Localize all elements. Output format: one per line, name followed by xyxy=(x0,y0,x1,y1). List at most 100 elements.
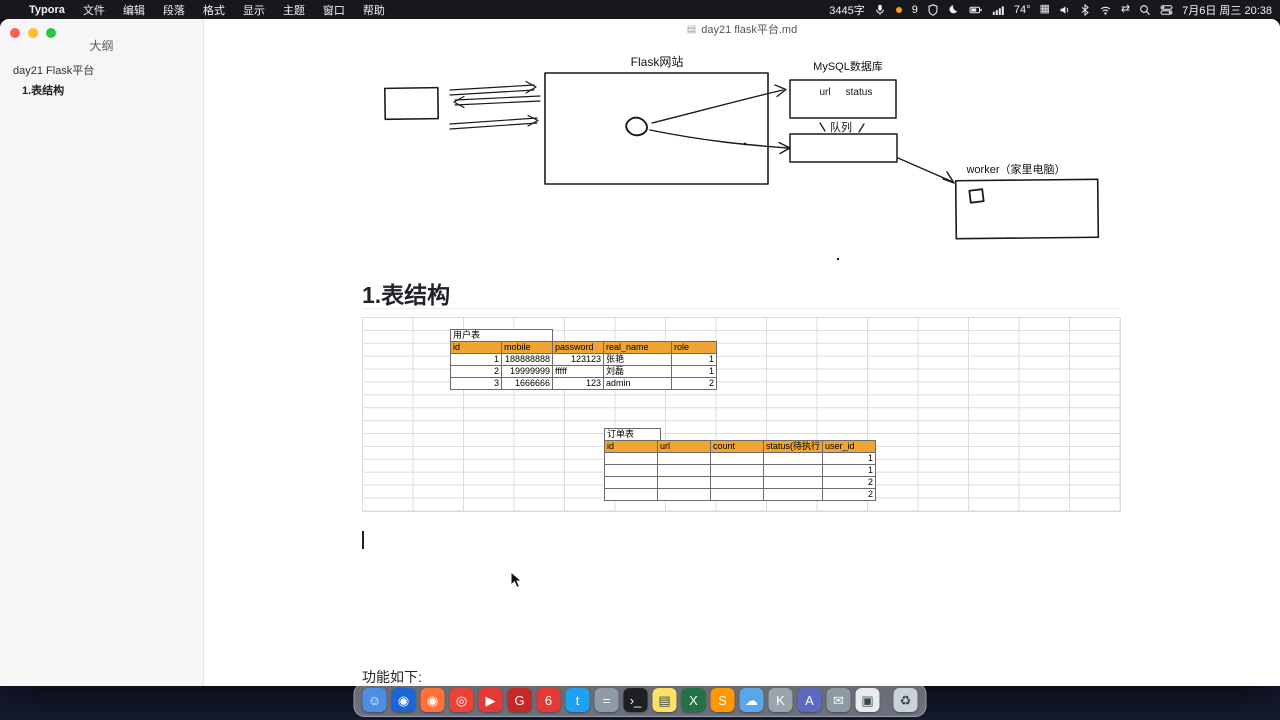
editor-area[interactable]: ▤ day21 flask平台.md Flask网站 MySQL数据库 url … xyxy=(204,19,1280,686)
menu-theme[interactable]: 主题 xyxy=(274,2,314,18)
cell: 1 xyxy=(450,353,502,366)
cell xyxy=(710,476,764,489)
cell xyxy=(604,476,658,489)
dock-icon-mail[interactable]: ✉ xyxy=(826,688,851,712)
dock-icon-safari[interactable]: ◉ xyxy=(391,688,416,712)
dock-icon-weather[interactable]: ☁ xyxy=(739,688,764,712)
dock-icon-finder[interactable]: ☺ xyxy=(362,688,387,712)
cell xyxy=(710,452,764,465)
menu-app-name[interactable]: Typora xyxy=(20,4,74,16)
mysql-box xyxy=(789,79,897,119)
record-indicator-icon xyxy=(895,6,903,14)
menu-window[interactable]: 窗口 xyxy=(314,2,354,18)
cell: 1666666 xyxy=(501,377,553,390)
worker-box xyxy=(954,178,1100,240)
heading-rule xyxy=(362,308,1120,309)
dock-icon-sublime[interactable]: S xyxy=(710,688,735,712)
wifi-icon[interactable] xyxy=(1099,4,1112,16)
cell xyxy=(604,464,658,477)
cell xyxy=(762,452,824,465)
input-switch-icon[interactable]: ⇄ xyxy=(1121,4,1130,15)
dock-icon-excel[interactable]: X xyxy=(681,688,706,712)
worker-label: worker（家里电脑） xyxy=(965,162,1065,176)
moon-icon[interactable] xyxy=(948,4,960,16)
menubar-status-area: 3445字 9 74° ▦ ⇄ 7月6日 周三 20:38 xyxy=(829,2,1272,18)
cell: 刘磊 xyxy=(603,365,672,378)
outline-item-doc-title[interactable]: day21 Flask平台 xyxy=(13,62,94,78)
dock-icon-twitter[interactable]: t xyxy=(565,688,590,712)
queue-box xyxy=(789,133,898,163)
outline-item-table-structure[interactable]: 1.表结构 xyxy=(22,82,64,98)
cell: 123123 xyxy=(552,353,604,366)
menu-paragraph[interactable]: 段落 xyxy=(154,2,194,18)
spreadsheet-image: 用户表 id mobile password real_name role 1 … xyxy=(362,317,1121,512)
cell xyxy=(657,476,711,489)
shield-icon[interactable] xyxy=(927,3,939,16)
cell: real_name xyxy=(603,341,672,354)
document-icon: ▤ xyxy=(686,23,697,35)
menubar-datetime[interactable]: 7月6日 周三 20:38 xyxy=(1182,2,1272,18)
search-icon[interactable] xyxy=(1139,4,1151,16)
typora-window: 大纲 day21 Flask平台 1.表结构 ▤ day21 flask平台.m… xyxy=(0,19,1280,686)
cell: role xyxy=(671,341,717,354)
dock-icon-keychain[interactable]: K xyxy=(768,688,793,712)
dock-icon-app-6[interactable]: 6 xyxy=(536,688,561,712)
worker-inner-square xyxy=(968,188,985,204)
menu-view[interactable]: 显示 xyxy=(234,2,274,18)
dock-icon-app-a[interactable]: A xyxy=(797,688,822,712)
cell: 2 xyxy=(450,365,502,378)
queue-label: 队列 xyxy=(830,120,852,134)
document-tab: ▤ day21 flask平台.md xyxy=(204,21,1280,37)
outline-panel-title: 大纲 xyxy=(89,39,114,53)
cell xyxy=(604,452,658,465)
mysql-col-url: url xyxy=(819,87,830,98)
notification-badge: 9 xyxy=(911,3,918,16)
user-table: id mobile password real_name role 1 1888… xyxy=(450,341,717,390)
cellular-icon xyxy=(992,4,1005,16)
queue-tick-right xyxy=(858,123,865,133)
cell xyxy=(762,476,824,489)
mouse-cursor-icon xyxy=(510,570,524,594)
cell: mobile xyxy=(501,341,553,354)
cell: 3 xyxy=(450,377,502,390)
cell: id xyxy=(450,341,502,354)
menu-edit[interactable]: 编辑 xyxy=(114,2,154,18)
dock-icon-app-g[interactable]: G xyxy=(507,688,532,712)
bluetooth-icon[interactable] xyxy=(1080,3,1090,16)
cell: 123 xyxy=(552,377,604,390)
cell xyxy=(762,464,824,477)
dock-icon-calculator[interactable]: = xyxy=(594,688,619,712)
cell: count xyxy=(710,440,764,453)
menu-file[interactable]: 文件 xyxy=(74,2,114,18)
section-heading: 1.表结构 xyxy=(362,282,451,308)
volume-icon[interactable] xyxy=(1059,4,1071,16)
process-blob xyxy=(625,116,648,137)
menu-format[interactable]: 格式 xyxy=(194,2,234,18)
control-center-icon[interactable] xyxy=(1160,4,1173,16)
cell: 2 xyxy=(671,377,717,390)
cell: id xyxy=(604,440,658,453)
cell: user_id xyxy=(822,440,877,453)
mic-icon[interactable] xyxy=(874,4,886,16)
keyboard-icon[interactable]: ▦ xyxy=(1040,4,1050,15)
order-table-row: 2 xyxy=(604,488,877,501)
dock-icon-terminal[interactable]: ›_ xyxy=(623,688,648,712)
cell: admin xyxy=(603,377,672,390)
text-caret xyxy=(362,531,364,549)
arrow-to-queue xyxy=(649,129,789,149)
menu-help[interactable]: 帮助 xyxy=(354,2,394,18)
cell: 1 xyxy=(671,365,717,378)
cell: 2 xyxy=(822,488,877,501)
cell xyxy=(657,464,711,477)
flask-box xyxy=(544,72,769,185)
dock-icon-trash[interactable]: ♻ xyxy=(893,688,918,712)
dock-icon-files[interactable]: ▣ xyxy=(855,688,880,712)
battery-icon[interactable] xyxy=(969,4,983,16)
menubar: Typora 文件 编辑 段落 格式 显示 主题 窗口 帮助 3445字 9 7… xyxy=(0,0,1280,19)
dock-icon-video-app[interactable]: ▶ xyxy=(478,688,503,712)
dock-icon-firefox[interactable]: ◉ xyxy=(420,688,445,712)
cell: 张艳 xyxy=(603,353,672,366)
dock-icon-chrome[interactable]: ◎ xyxy=(449,688,474,712)
dock-icon-notes[interactable]: ▤ xyxy=(652,688,677,712)
cell: url xyxy=(657,440,711,453)
